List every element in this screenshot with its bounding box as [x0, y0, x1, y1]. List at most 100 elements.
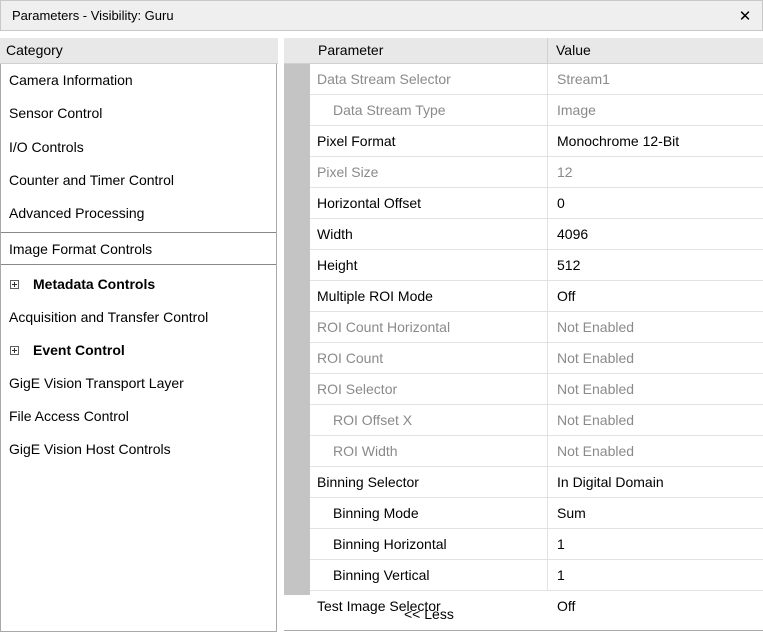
param-name: Binning Horizontal: [333, 536, 447, 552]
cell-divider: [547, 374, 548, 405]
param-value[interactable]: Off: [557, 288, 575, 304]
less-button[interactable]: << Less: [284, 600, 763, 631]
param-row-roi-count-horizontal[interactable]: ROI Count Horizontal Not Enabled: [310, 312, 763, 343]
category-label: Camera Information: [9, 72, 133, 88]
category-sensor-control[interactable]: Sensor Control: [1, 97, 276, 130]
param-value[interactable]: Not Enabled: [557, 412, 634, 428]
category-label: Sensor Control: [9, 105, 103, 121]
param-row-roi-count[interactable]: ROI Count Not Enabled: [310, 343, 763, 374]
category-gige-host-controls[interactable]: GigE Vision Host Controls: [1, 433, 276, 466]
category-camera-information[interactable]: Camera Information: [1, 64, 276, 97]
category-file-access-control[interactable]: File Access Control: [1, 400, 276, 433]
cell-divider: [547, 405, 548, 436]
param-name: Pixel Size: [317, 164, 379, 180]
cell-divider: [547, 343, 548, 374]
param-value[interactable]: Stream1: [557, 71, 610, 87]
param-value[interactable]: 0: [557, 195, 565, 211]
cell-divider: [547, 188, 548, 219]
param-row-binning-vertical[interactable]: Binning Vertical 1: [310, 560, 763, 591]
param-value[interactable]: Not Enabled: [557, 319, 634, 335]
cell-divider: [547, 157, 548, 188]
category-label: Metadata Controls: [33, 276, 156, 292]
param-row-binning-selector[interactable]: Binning Selector In Digital Domain: [310, 467, 763, 498]
value-column-header[interactable]: Value: [556, 42, 591, 58]
expand-plus-icon[interactable]: [10, 280, 19, 289]
category-label: Acquisition and Transfer Control: [9, 309, 209, 325]
param-row-height[interactable]: Height 512: [310, 250, 763, 281]
category-label: I/O Controls: [9, 139, 84, 155]
param-row-horizontal-offset[interactable]: Horizontal Offset 0: [310, 188, 763, 219]
param-name: ROI Count: [317, 350, 384, 366]
param-row-binning-horizontal[interactable]: Binning Horizontal 1: [310, 529, 763, 560]
param-row-roi-offset-x[interactable]: ROI Offset X Not Enabled: [310, 405, 763, 436]
param-name: ROI Width: [333, 443, 398, 459]
cell-divider: [547, 219, 548, 250]
cell-divider: [547, 560, 548, 591]
param-name: Data Stream Selector: [317, 71, 451, 87]
param-row-data-stream-type[interactable]: Data Stream Type Image: [310, 95, 763, 126]
param-name: Height: [317, 257, 358, 273]
param-value[interactable]: Image: [557, 102, 596, 118]
cell-divider: [547, 64, 548, 95]
cell-divider: [547, 436, 548, 467]
column-divider[interactable]: [547, 38, 548, 64]
parameters-window: Parameters - Visibility: Guru ✕ Category…: [0, 0, 763, 632]
cell-divider: [547, 95, 548, 126]
cell-divider: [547, 250, 548, 281]
category-label: Event Control: [33, 342, 125, 358]
parameter-grid: Data Stream Selector Stream1 Data Stream…: [310, 64, 763, 595]
param-row-roi-width[interactable]: ROI Width Not Enabled: [310, 436, 763, 467]
category-metadata-controls[interactable]: Metadata Controls: [1, 268, 276, 301]
param-name: Binning Vertical: [333, 567, 430, 583]
param-row-data-stream-selector[interactable]: Data Stream Selector Stream1: [310, 64, 763, 95]
param-row-multiple-roi-mode[interactable]: Multiple ROI Mode Off: [310, 281, 763, 312]
cell-divider: [547, 312, 548, 343]
close-icon[interactable]: ✕: [736, 7, 754, 25]
category-advanced-processing[interactable]: Advanced Processing: [1, 197, 276, 230]
category-list: Camera Information Sensor Control I/O Co…: [0, 64, 277, 632]
cell-divider: [547, 467, 548, 498]
category-event-control[interactable]: Event Control: [1, 334, 276, 367]
param-row-roi-selector[interactable]: ROI Selector Not Enabled: [310, 374, 763, 405]
param-row-pixel-size[interactable]: Pixel Size 12: [310, 157, 763, 188]
cell-divider: [547, 529, 548, 560]
expand-plus-icon[interactable]: [10, 346, 19, 355]
category-gige-transport-layer[interactable]: GigE Vision Transport Layer: [1, 367, 276, 400]
param-value[interactable]: Sum: [557, 505, 586, 521]
param-value[interactable]: In Digital Domain: [557, 474, 664, 490]
title-bar[interactable]: Parameters - Visibility: Guru ✕: [0, 0, 763, 31]
category-acquisition-transfer-control[interactable]: Acquisition and Transfer Control: [1, 301, 276, 334]
param-value[interactable]: 4096: [557, 226, 588, 242]
param-row-binning-mode[interactable]: Binning Mode Sum: [310, 498, 763, 529]
param-value[interactable]: Not Enabled: [557, 443, 634, 459]
param-value[interactable]: Not Enabled: [557, 381, 634, 397]
param-name: Multiple ROI Mode: [317, 288, 433, 304]
grid-bottom-border: [284, 630, 763, 631]
param-name: ROI Offset X: [333, 412, 413, 428]
param-row-width[interactable]: Width 4096: [310, 219, 763, 250]
category-label: File Access Control: [9, 408, 129, 424]
category-label: GigE Vision Host Controls: [9, 441, 171, 457]
param-value[interactable]: Not Enabled: [557, 350, 634, 366]
param-name: Horizontal Offset: [317, 195, 422, 211]
param-value[interactable]: 1: [557, 536, 565, 552]
window-title: Parameters - Visibility: Guru: [12, 8, 174, 23]
cell-divider: [547, 281, 548, 312]
param-name: Width: [317, 226, 353, 242]
param-name: ROI Selector: [317, 381, 398, 397]
category-label: GigE Vision Transport Layer: [9, 375, 184, 391]
param-value[interactable]: 12: [557, 164, 573, 180]
param-value[interactable]: Monochrome 12-Bit: [557, 133, 679, 149]
param-row-pixel-format[interactable]: Pixel Format Monochrome 12-Bit: [310, 126, 763, 157]
category-label: Advanced Processing: [9, 205, 145, 221]
parameter-column-header[interactable]: Parameter: [318, 42, 383, 58]
category-io-controls[interactable]: I/O Controls: [1, 131, 276, 164]
cell-divider: [547, 126, 548, 157]
category-image-format-controls[interactable]: Image Format Controls: [1, 232, 276, 265]
param-value[interactable]: 1: [557, 567, 565, 583]
param-value[interactable]: 512: [557, 257, 580, 273]
row-gutter: [284, 64, 310, 595]
parameter-grid-header: Parameter Value: [284, 38, 763, 64]
category-counter-timer-control[interactable]: Counter and Timer Control: [1, 164, 276, 197]
param-name: Data Stream Type: [333, 102, 446, 118]
